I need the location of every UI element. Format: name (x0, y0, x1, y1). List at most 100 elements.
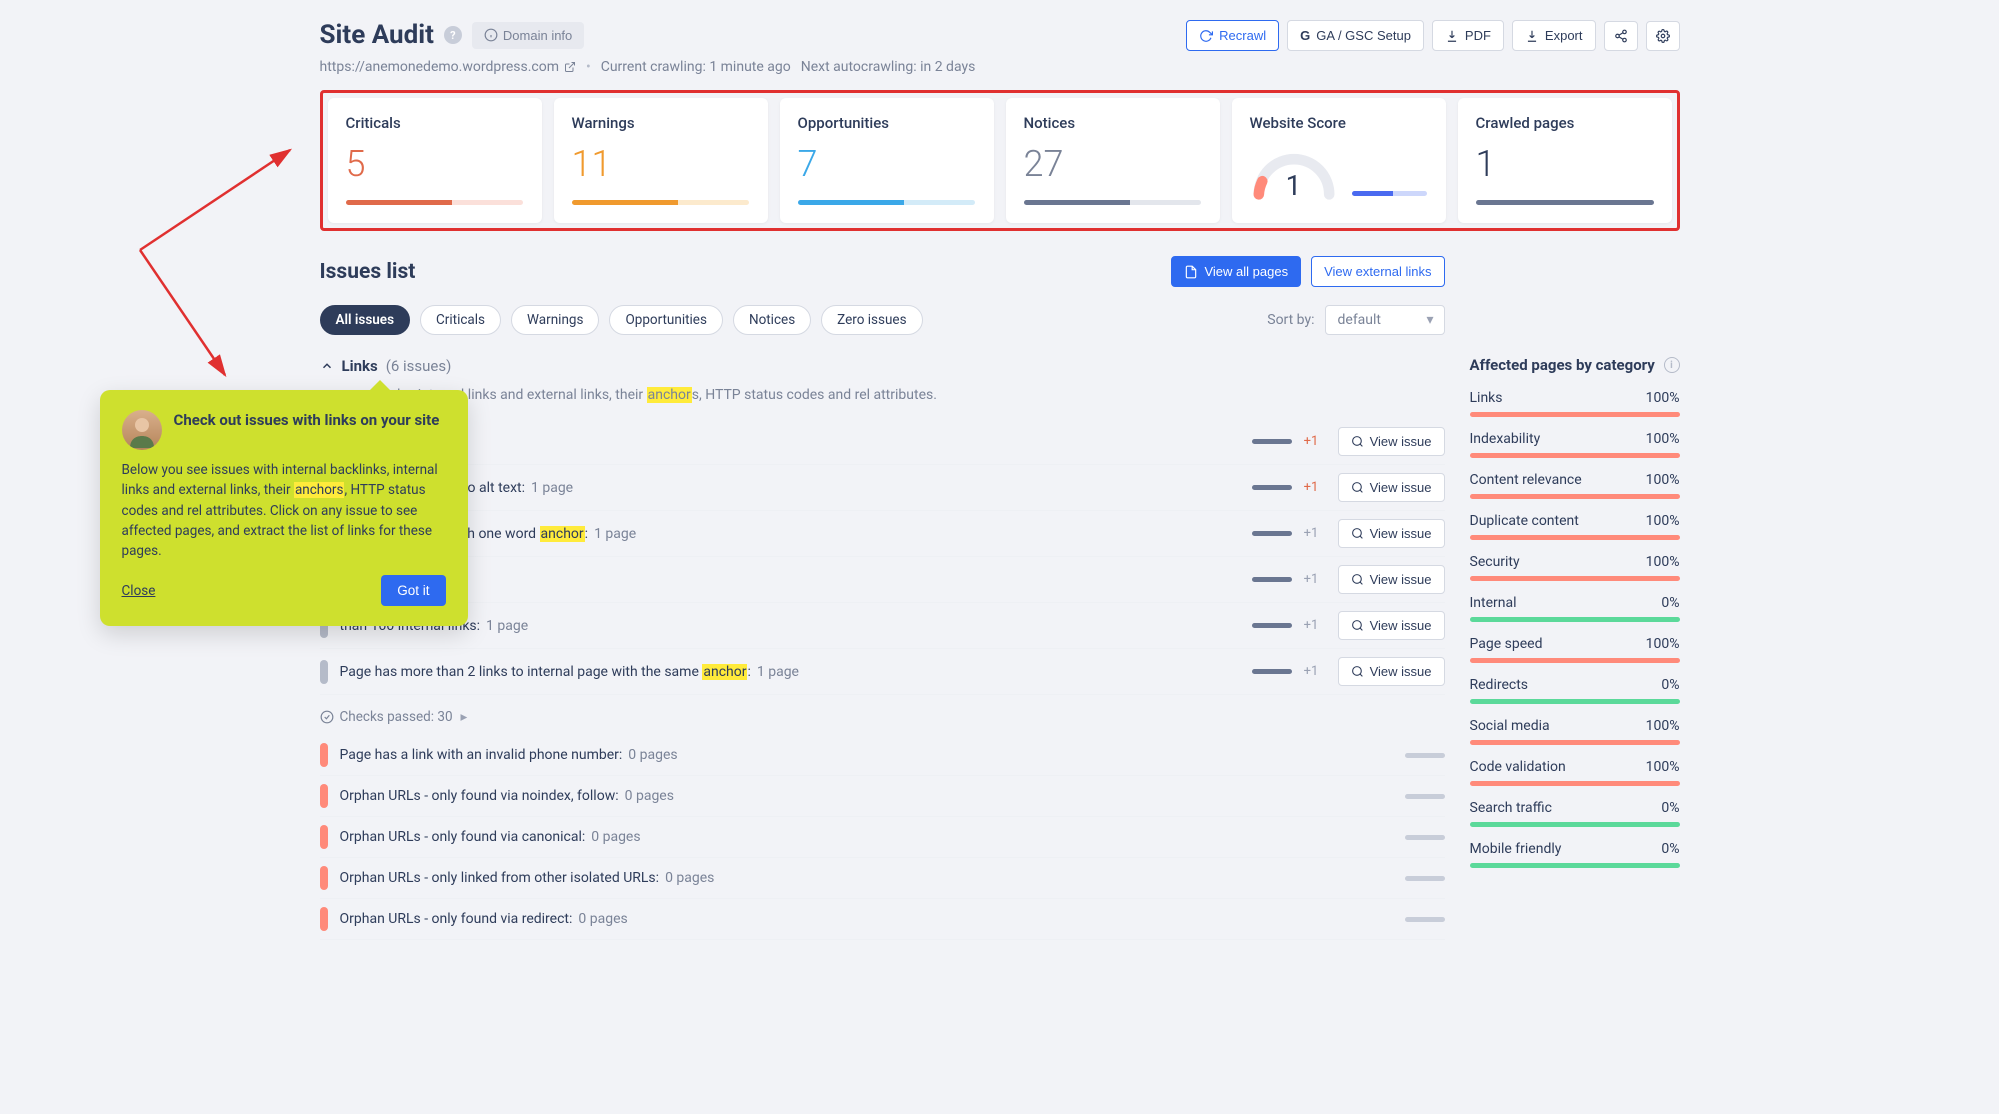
share-button[interactable] (1604, 21, 1638, 51)
search-icon (1351, 481, 1364, 494)
issue-row[interactable]: chored image with no alt text: 1 page +1… (320, 465, 1445, 511)
view-issue-button[interactable]: View issue (1338, 565, 1445, 594)
category-row[interactable]: Page speed100% (1470, 636, 1680, 663)
issue-row[interactable]: Orphan URLs - only found via redirect: 0… (320, 899, 1445, 940)
view-all-pages-button[interactable]: View all pages (1171, 256, 1301, 287)
delta-value: +1 (1304, 480, 1326, 495)
stat-label: Website Score (1250, 114, 1428, 132)
category-row[interactable]: Social media100% (1470, 718, 1680, 745)
score-gauge: 1 (1250, 146, 1338, 196)
category-bar (1470, 699, 1680, 704)
category-row[interactable]: Links100% (1470, 390, 1680, 417)
issue-row[interactable]: k: 1 page +1 View issue (320, 419, 1445, 465)
category-row[interactable]: Mobile friendly 0% (1470, 841, 1680, 868)
category-name: Mobile friendly (1470, 841, 1562, 857)
checks-passed-toggle[interactable]: Checks passed: 30 ▸ (320, 709, 1445, 725)
category-name: Redirects (1470, 677, 1529, 693)
issue-row[interactable]: 1 page +1 View issue (320, 557, 1445, 603)
category-name: Links (1470, 390, 1503, 406)
stat-card[interactable]: Criticals 5 (328, 98, 542, 223)
domain-info-button[interactable]: Domain info (472, 22, 584, 49)
tooltip-gotit-button[interactable]: Got it (381, 575, 445, 606)
onboarding-tooltip: Check out issues with links on your site… (100, 390, 468, 626)
view-issue-button[interactable]: View issue (1338, 427, 1445, 456)
delta-value: +1 (1304, 434, 1326, 449)
view-external-links-button[interactable]: View external links (1311, 256, 1444, 287)
sort-select[interactable]: default (1325, 305, 1445, 335)
category-name: Content relevance (1470, 472, 1582, 488)
category-name: Search traffic (1470, 800, 1552, 816)
category-bar (1470, 535, 1680, 540)
category-name: Page speed (1470, 636, 1543, 652)
stat-card-crawled[interactable]: Crawled pages 1 (1458, 98, 1672, 223)
view-issue-button[interactable]: View issue (1338, 519, 1445, 548)
category-bar (1470, 822, 1680, 827)
pdf-button[interactable]: PDF (1432, 20, 1504, 51)
category-row[interactable]: Redirects0% (1470, 677, 1680, 704)
issue-row[interactable]: Page has more than 2 links to internal p… (320, 649, 1445, 695)
issue-row[interactable]: Orphan URLs - only found via canonical: … (320, 817, 1445, 858)
stat-bar (572, 200, 750, 205)
category-row[interactable]: Code validation100% (1470, 759, 1680, 786)
document-icon (1184, 265, 1198, 279)
info-icon[interactable]: i (1664, 357, 1680, 373)
recrawl-button[interactable]: Recrawl (1186, 20, 1279, 51)
category-row[interactable]: Content relevance100% (1470, 472, 1680, 499)
issue-text: Orphan URLs - only found via canonical: … (340, 829, 1393, 845)
stat-bar (1352, 191, 1428, 196)
stat-bar (1476, 200, 1654, 205)
stat-card-score[interactable]: Website Score 1 (1232, 98, 1446, 223)
category-name: Internal (1470, 595, 1517, 611)
export-button[interactable]: Export (1512, 20, 1596, 51)
issue-row[interactable]: Orphan URLs - only found via noindex, fo… (320, 776, 1445, 817)
filter-pill[interactable]: Warnings (511, 305, 599, 335)
issue-row[interactable]: Orphan URLs - only linked from other iso… (320, 858, 1445, 899)
group-description: ...acklinks, internal links and external… (350, 387, 1445, 403)
category-percent: 100% (1646, 759, 1680, 775)
issue-row[interactable]: than 100 internal links: 1 page +1 View … (320, 603, 1445, 649)
delta-value: +1 (1304, 618, 1326, 633)
site-url-link[interactable]: https://anemonedemo.wordpress.com (320, 59, 576, 75)
category-row[interactable]: Internal0% (1470, 595, 1680, 622)
mini-bar (1252, 485, 1292, 490)
ga-gsc-button[interactable]: G GA / GSC Setup (1287, 20, 1424, 51)
filter-pill[interactable]: Zero issues (821, 305, 922, 335)
settings-button[interactable] (1646, 21, 1680, 51)
site-url: https://anemonedemo.wordpress.com (320, 59, 559, 75)
issue-row[interactable]: Page has a link with an invalid phone nu… (320, 735, 1445, 776)
page-title: Site Audit (320, 20, 434, 50)
view-issue-button[interactable]: View issue (1338, 473, 1445, 502)
filter-pill[interactable]: Criticals (420, 305, 501, 335)
info-icon (484, 28, 498, 42)
tooltip-close-link[interactable]: Close (122, 583, 156, 599)
filter-pill[interactable]: Opportunities (609, 305, 722, 335)
category-row[interactable]: Duplicate content100% (1470, 513, 1680, 540)
share-icon (1614, 29, 1628, 43)
issues-list-title: Issues list (320, 260, 416, 284)
view-issue-button[interactable]: View issue (1338, 657, 1445, 686)
check-circle-icon (320, 710, 334, 724)
category-row[interactable]: Security100% (1470, 554, 1680, 581)
stat-card[interactable]: Notices 27 (1006, 98, 1220, 223)
mini-bar (1252, 623, 1292, 628)
group-toggle-links[interactable]: Links (6 issues) (320, 357, 1445, 375)
severity-indicator (320, 784, 328, 808)
filter-pill[interactable]: All issues (320, 305, 411, 335)
category-row[interactable]: Search traffic0% (1470, 800, 1680, 827)
stat-card[interactable]: Opportunities 7 (780, 98, 994, 223)
stat-card[interactable]: Warnings 11 (554, 98, 768, 223)
stat-label: Crawled pages (1476, 114, 1654, 132)
issue-row[interactable]: und internal links with one word anchor:… (320, 511, 1445, 557)
category-percent: 0% (1661, 841, 1679, 857)
mini-bar (1252, 577, 1292, 582)
help-icon[interactable]: ? (444, 26, 462, 44)
view-issue-button[interactable]: View issue (1338, 611, 1445, 640)
mini-bar (1405, 794, 1445, 799)
issue-text: Orphan URLs - only found via redirect: 0… (340, 911, 1393, 927)
category-name: Indexability (1470, 431, 1541, 447)
stat-label: Opportunities (798, 114, 976, 132)
gear-icon (1656, 29, 1670, 43)
category-row[interactable]: Indexability100% (1470, 431, 1680, 458)
filter-pill[interactable]: Notices (733, 305, 811, 335)
category-percent: 100% (1646, 513, 1680, 529)
